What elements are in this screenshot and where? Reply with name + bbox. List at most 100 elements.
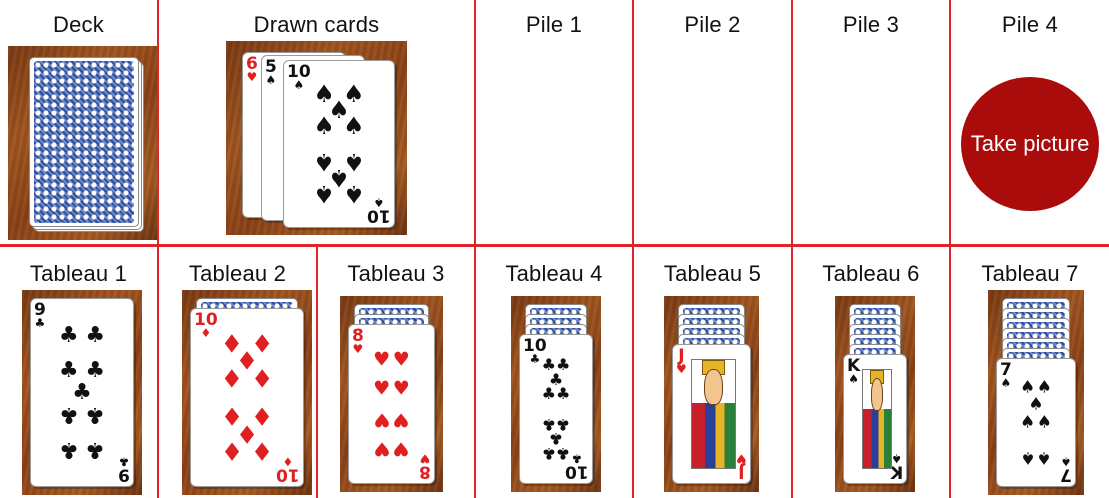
tableau-3-label: Tableau 3 [347,261,445,286]
card-suit-icon: ♠ [265,73,277,88]
suit-pip-icon: ♠ [343,112,365,141]
tableau-top-card[interactable]: 8 ♥ 8 ♥ ♥ ♥ ♥ ♥ ♥ ♥ ♥ ♥ [348,324,435,484]
card-suit-icon: ♥ [352,342,364,357]
tableau-7-cell: Tableau 7 7 ♠ 7 ♠ ♠ ♠ ♠ ♠ ♠ ♠ ♠ [951,247,1109,498]
suit-pip-icon: ♣ [541,383,556,403]
pile-2-label: Pile 2 [684,12,741,37]
pile-1-label: Pile 1 [525,12,583,37]
court-figure-icon [691,359,736,469]
suit-pip-icon: ♠ [1036,447,1053,468]
pile-3-cell[interactable]: Pile 3 [793,0,949,244]
suit-pip-icon: ♥ [392,437,410,460]
card-corner-index: K ♠ [847,358,860,386]
tableau-2-pile[interactable]: 10 ♦ 10 ♦ ♦ ♦ ♦ ♦ ♦ ♦ ♦ ♦ ♦ ♦ [182,290,312,495]
tableau-7-label: Tableau 7 [981,261,1079,286]
card-corner-index: 8 ♥ [419,451,431,482]
suit-pip-icon: ♣ [541,443,556,463]
tableau-top-card[interactable]: K ♠ K ♠ [843,354,907,484]
suit-pip-icon: ♥ [373,437,391,460]
suit-pip-icon: ♠ [343,179,365,208]
suit-pip-icon: ♠ [1019,412,1036,432]
tableau-4-label: Tableau 4 [505,261,603,286]
tableau-5-cell: Tableau 5 J ♥ J ♥ [634,247,791,498]
suit-pip-icon: ♠ [1019,447,1036,468]
card-corner-index: 9 ♣ [34,302,46,330]
deck-pile[interactable] [8,46,157,240]
suit-pip-icon: ♣ [58,357,79,383]
tableau-top-card[interactable]: 9 ♣ 9 ♣ ♣ ♣ ♣ ♣ ♣ ♣ ♣ ♣ ♣ [30,298,134,487]
card-corner-index: 10 ♦ [276,455,300,485]
suit-pip-icon: ♥ [392,408,410,431]
suit-pip-icon: ♥ [392,348,410,371]
card-corner-index: 10 ♦ [194,312,218,340]
suit-pip-icon: ♣ [85,357,106,383]
tableau-2-label: Tableau 2 [188,261,287,286]
card-corner-index: 7 ♠ [1060,454,1072,485]
suit-pip-icon: ♣ [85,322,106,348]
suit-pip-icon: ♣ [58,437,79,463]
card-back [29,57,139,227]
tableau-top-card[interactable]: 10 ♦ 10 ♦ ♦ ♦ ♦ ♦ ♦ ♦ ♦ ♦ ♦ ♦ [190,308,304,487]
pile-3-label: Pile 3 [842,12,900,37]
pile-1-cell[interactable]: Pile 1 [476,0,632,244]
suit-pip-icon: ♥ [373,377,391,400]
tableau-3-cell: Tableau 3 8 ♥ 8 ♥ ♥ ♥ ♥ ♥ ♥ ♥ ♥ ♥ [318,247,474,498]
suit-pip-icon: ♦ [220,364,244,394]
card-suit-icon: ♣ [34,316,46,331]
suit-pip-icon: ♣ [556,383,571,403]
card-suit-icon: ♥ [736,451,747,466]
card-suit-icon: ♥ [419,451,431,466]
suit-pip-icon: ♣ [58,322,79,348]
tableau-3-pile[interactable]: 8 ♥ 8 ♥ ♥ ♥ ♥ ♥ ♥ ♥ ♥ ♥ [340,296,443,492]
suit-pip-icon: ♣ [556,443,571,463]
tableau-6-pile[interactable]: K ♠ K ♠ [835,296,915,492]
tableau-2-cell: Tableau 2 10 ♦ 10 ♦ ♦ ♦ ♦ ♦ ♦ ♦ ♦ ♦ ♦ ♦ [159,247,316,498]
drawn-cards-label: Drawn cards [253,12,380,37]
suit-pip-icon: ♣ [85,402,106,428]
suit-pip-icon: ♣ [85,437,106,463]
card-corner-index: J ♥ [676,348,687,376]
card-suit-icon: ♠ [848,372,859,387]
take-picture-button[interactable]: Take picture [961,77,1099,211]
pile-2-cell[interactable]: Pile 2 [634,0,791,244]
pile-4-label: Pile 4 [1001,12,1059,37]
suit-pip-icon: ♥ [373,408,391,431]
card-corner-index: 8 ♥ [352,328,364,356]
drawn-cards-cell: Drawn cards 6♥6♥♥♥♥♥♥♥ 5♠5♠♠♠♠♠♠ 10♠10♠♠… [159,0,474,244]
suit-pip-icon: ♦ [220,436,244,466]
suit-pip-icon: ♠ [313,112,335,141]
suit-pip-icon: ♣ [72,379,92,405]
tableau-top-card[interactable]: 7 ♠ 7 ♠ ♠ ♠ ♠ ♠ ♠ ♠ ♠ [996,358,1076,487]
suit-pip-icon: ♣ [58,402,79,428]
card-corner-index: 10 ♠ [367,196,391,226]
suit-pip-icon: ♦ [250,364,274,394]
card-suit-icon: ♠ [1000,376,1012,391]
tableau-top-card[interactable]: 10 ♣ 10 ♣ ♣ ♣ ♣ ♣ ♣ ♣ ♣ ♣ ♣ ♣ [519,334,593,484]
suit-pip-icon: ♠ [1036,412,1053,432]
card-corner-index: 9 ♣ [118,454,130,485]
card-suit-icon: ♠ [1060,454,1072,469]
tableau-1-pile[interactable]: 9 ♣ 9 ♣ ♣ ♣ ♣ ♣ ♣ ♣ ♣ ♣ ♣ [22,290,142,495]
deck-label: Deck [53,12,104,37]
tableau-7-pile[interactable]: 7 ♠ 7 ♠ ♠ ♠ ♠ ♠ ♠ ♠ ♠ [988,290,1084,495]
suit-pip-icon: ♥ [392,377,410,400]
tableau-4-pile[interactable]: 10 ♣ 10 ♣ ♣ ♣ ♣ ♣ ♣ ♣ ♣ ♣ ♣ ♣ [511,296,601,492]
card-corner-index: J ♥ [736,451,747,482]
card-corner-index: 10 ♠ [287,64,311,92]
drawn-card[interactable]: 10 ♠ 10 ♠ ♠ ♠ ♠ ♠ ♠ ♠ ♠ ♠ ♠ ♠ [283,60,395,228]
tableau-4-cell: Tableau 4 10 ♣ 10 ♣ ♣ ♣ ♣ ♣ ♣ ♣ ♣ ♣ ♣ ♣ [476,247,632,498]
suit-pip-icon: ♠ [313,179,335,208]
deck-cell: Deck [0,0,157,244]
suit-pip-icon: ♥ [373,348,391,371]
tableau-top-card[interactable]: J ♥ J ♥ [672,344,751,484]
court-figure-icon [862,369,892,469]
tableau-5-pile[interactable]: J ♥ J ♥ [664,296,759,492]
tableau-1-label: Tableau 1 [29,261,128,286]
card-suit-icon: ♥ [246,70,258,85]
drawn-cards-stack[interactable]: 6♥6♥♥♥♥♥♥♥ 5♠5♠♠♠♠♠♠ 10♠10♠♠♠♠♠♠♠♠♠♠♠ [226,41,407,235]
tableau-5-label: Tableau 5 [663,261,762,286]
card-suit-icon: ♥ [676,362,687,377]
card-suit-icon: ♣ [118,454,130,469]
tableau-6-cell: Tableau 6 K ♠ K ♠ [793,247,949,498]
suit-pip-icon: ♦ [250,436,274,466]
